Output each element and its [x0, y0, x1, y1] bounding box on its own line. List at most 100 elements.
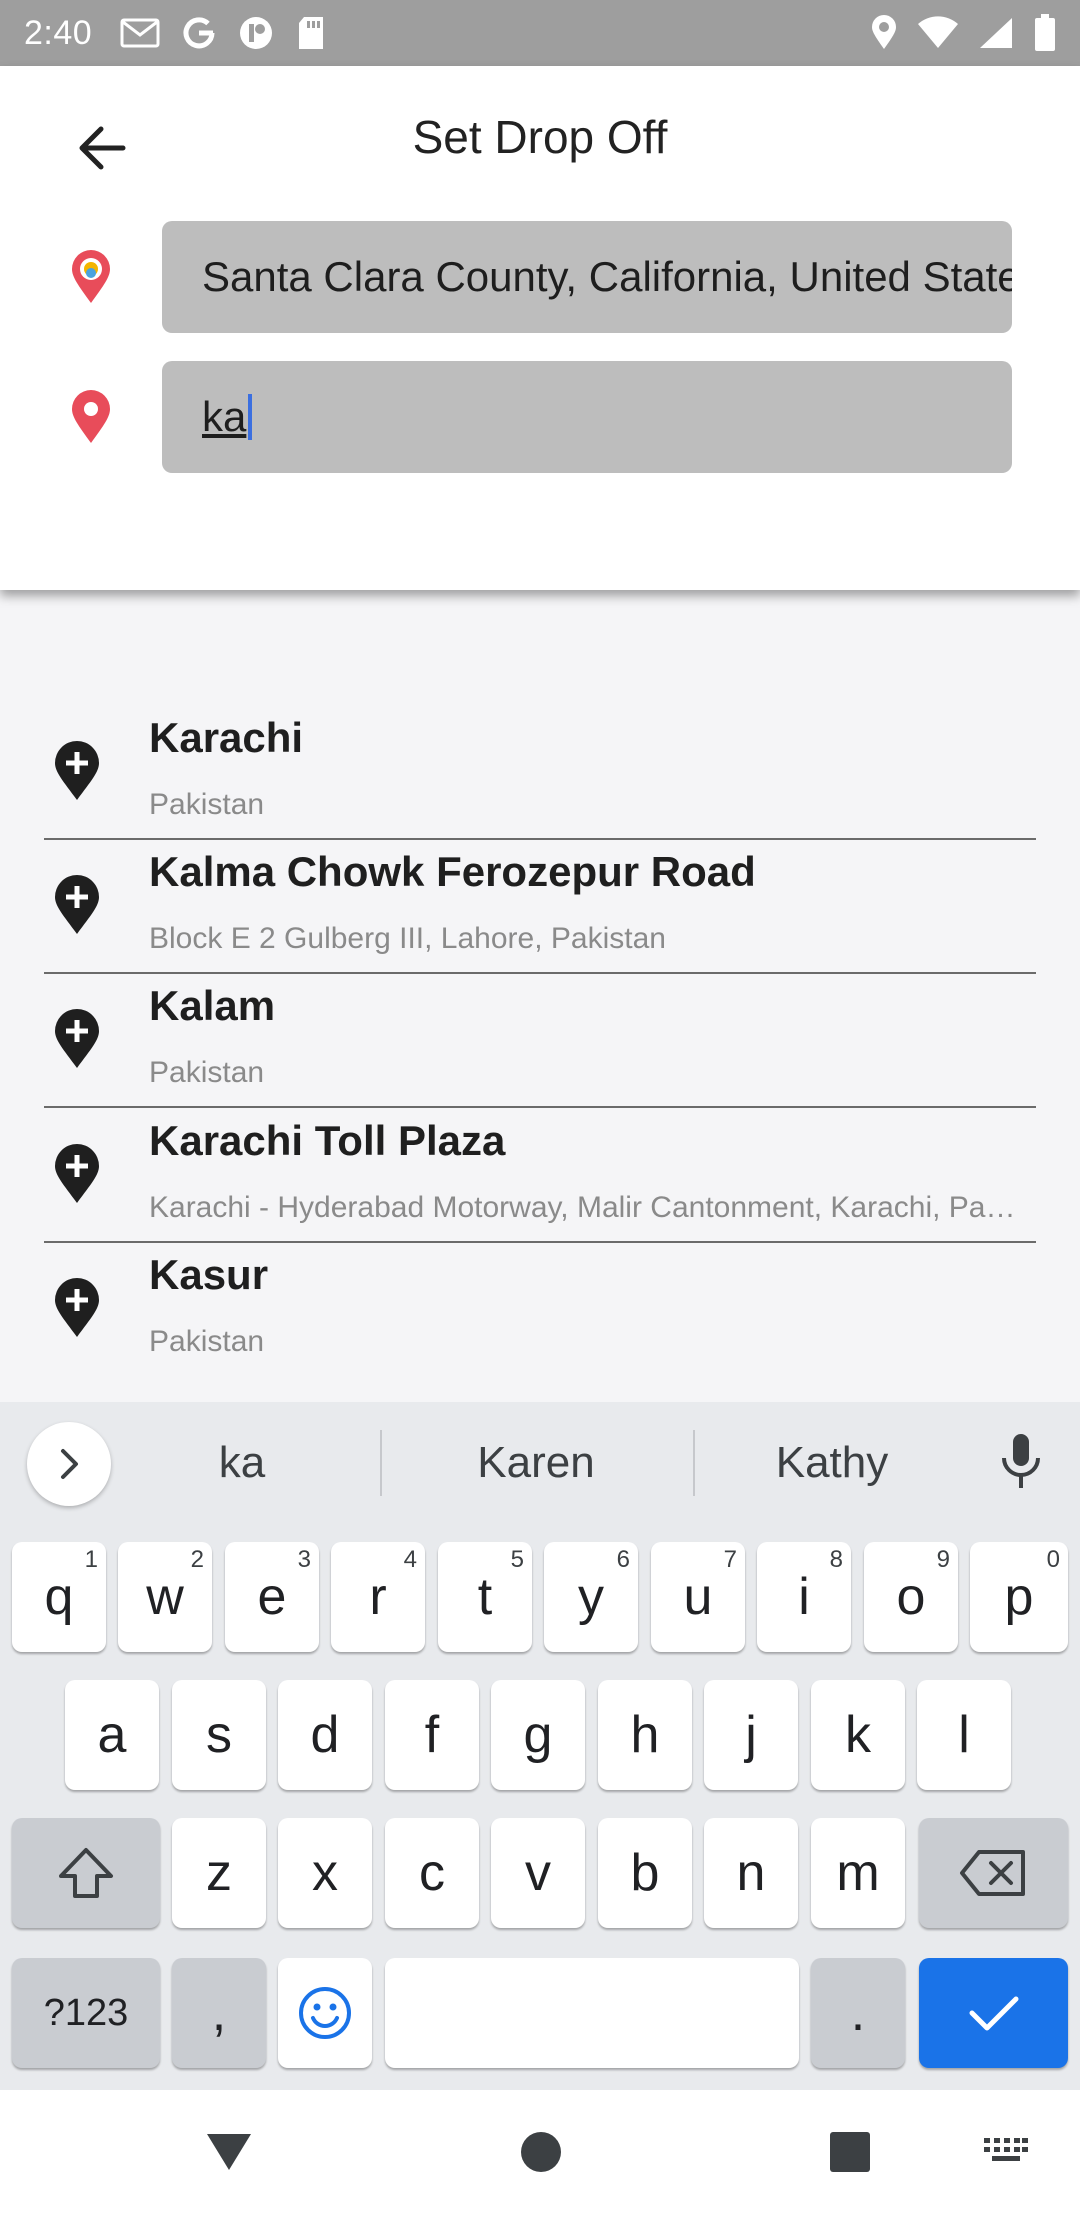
result-item[interactable]: Kalma Chowk Ferozepur Road Block E 2 Gul…: [0, 834, 1080, 974]
suggestion-1[interactable]: ka: [122, 1438, 362, 1488]
dropoff-input[interactable]: ka: [162, 361, 1012, 473]
key-l[interactable]: l: [917, 1680, 1011, 1790]
key-label: e: [257, 1568, 287, 1626]
result-address: Pakistan: [149, 1325, 265, 1358]
key-u[interactable]: u7: [651, 1542, 745, 1652]
comma-key[interactable]: ,: [172, 1958, 266, 2068]
result-address: Karachi - Hyderabad Motorway, Malir Cant…: [149, 1191, 1029, 1224]
key-h[interactable]: h: [598, 1680, 692, 1790]
symbols-key[interactable]: ?123: [12, 1958, 160, 2068]
result-name: Kasur: [149, 1251, 269, 1298]
key-c[interactable]: c: [385, 1818, 479, 1928]
key-f[interactable]: f: [385, 1680, 479, 1790]
dropoff-value: ka: [202, 393, 247, 440]
shift-key[interactable]: [12, 1818, 160, 1928]
suggestion-separator: [380, 1430, 382, 1496]
key-x[interactable]: x: [278, 1818, 372, 1928]
mic-icon[interactable]: [996, 1432, 1046, 1497]
add-location-icon: [52, 740, 102, 802]
status-bar: 2:40: [0, 0, 1080, 66]
recents-nav-button[interactable]: [828, 2130, 872, 2174]
checkmark-icon: [969, 1996, 1018, 2031]
chevron-right-icon: [61, 1449, 78, 1479]
system-icons: [870, 14, 1056, 52]
key-label: q: [44, 1568, 74, 1626]
key-label: r: [369, 1568, 387, 1626]
result-name: Kalam: [149, 982, 276, 1029]
page-title: Set Drop Off: [412, 111, 668, 163]
add-location-icon: [52, 1143, 102, 1205]
suggestion-2[interactable]: Karen: [416, 1438, 656, 1488]
key-hint: 5: [510, 1546, 524, 1573]
key-n[interactable]: n: [704, 1818, 798, 1928]
result-address: Pakistan: [149, 1056, 265, 1089]
dropoff-row: ka: [0, 361, 1080, 473]
backspace-icon: [959, 1850, 1025, 1896]
home-nav-button[interactable]: [519, 2130, 563, 2174]
keyboard-switch-button[interactable]: [982, 2130, 1030, 2170]
key-label: u: [683, 1568, 713, 1626]
key-p[interactable]: p0: [970, 1542, 1068, 1652]
key-label: i: [798, 1568, 810, 1626]
key-label: w: [146, 1568, 184, 1626]
soft-keyboard: ka Karen Kathy q1 w2 e3 r4 t5 y6 u7 i8 o…: [0, 1402, 1080, 2090]
key-e[interactable]: e3: [225, 1542, 319, 1652]
result-item[interactable]: Kasur Pakistan: [0, 1237, 1080, 1372]
notification-icons: [120, 15, 326, 51]
key-k[interactable]: k: [811, 1680, 905, 1790]
add-location-icon: [52, 874, 102, 936]
period-key[interactable]: .: [811, 1958, 905, 2068]
key-r[interactable]: r4: [331, 1542, 425, 1652]
sd-card-icon: [296, 15, 326, 51]
done-key[interactable]: [919, 1958, 1068, 2068]
gmail-icon: [120, 17, 160, 49]
key-z[interactable]: z: [172, 1818, 266, 1928]
key-t[interactable]: t5: [438, 1542, 532, 1652]
back-nav-button[interactable]: [204, 2130, 254, 2174]
suggestion-3[interactable]: Kathy: [712, 1438, 952, 1488]
add-location-icon: [52, 1008, 102, 1070]
suggestion-strip: ka Karen Kathy: [0, 1402, 1080, 1530]
result-name: Karachi Toll Plaza: [149, 1117, 506, 1164]
key-q[interactable]: q1: [12, 1542, 106, 1652]
text-cursor: [248, 394, 253, 440]
key-y[interactable]: y6: [544, 1542, 638, 1652]
pickup-field[interactable]: Santa Clara County, California, United S…: [162, 221, 1012, 333]
battery-icon: [1034, 14, 1056, 52]
key-m[interactable]: m: [811, 1818, 905, 1928]
key-j[interactable]: j: [704, 1680, 798, 1790]
key-v[interactable]: v: [491, 1818, 585, 1928]
result-item[interactable]: Kalam Pakistan: [0, 968, 1080, 1108]
emoji-key[interactable]: [278, 1958, 372, 2068]
backspace-key[interactable]: [919, 1818, 1068, 1928]
space-key[interactable]: [385, 1958, 799, 2068]
result-item[interactable]: Karachi Pakistan: [0, 700, 1080, 840]
key-b[interactable]: b: [598, 1818, 692, 1928]
key-hint: 7: [723, 1546, 737, 1573]
key-hint: 4: [403, 1546, 417, 1573]
google-icon: [182, 16, 216, 50]
pickup-pin-icon: [68, 249, 114, 305]
status-time: 2:40: [24, 13, 93, 52]
key-hint: 6: [616, 1546, 630, 1573]
result-item[interactable]: Karachi Toll Plaza Karachi - Hyderabad M…: [0, 1103, 1080, 1243]
key-o[interactable]: o9: [864, 1542, 958, 1652]
suggestion-separator: [693, 1430, 695, 1496]
key-g[interactable]: g: [491, 1680, 585, 1790]
pickup-row: Santa Clara County, California, United S…: [0, 221, 1080, 333]
keyboard-icon: [984, 2138, 1028, 2161]
key-hint: 2: [190, 1546, 204, 1573]
key-i[interactable]: i8: [757, 1542, 851, 1652]
key-a[interactable]: a: [65, 1680, 159, 1790]
keyboard-expand-button[interactable]: [27, 1422, 111, 1506]
key-label: o: [896, 1568, 926, 1626]
system-nav-bar: [0, 2090, 1080, 2220]
key-d[interactable]: d: [278, 1680, 372, 1790]
key-w[interactable]: w2: [118, 1542, 212, 1652]
key-s[interactable]: s: [172, 1680, 266, 1790]
location-icon: [870, 15, 898, 51]
key-label: y: [578, 1568, 604, 1626]
result-name: Kalma Chowk Ferozepur Road: [149, 848, 756, 895]
key-hint: 9: [936, 1546, 950, 1573]
dropoff-pin-icon: [68, 389, 114, 445]
